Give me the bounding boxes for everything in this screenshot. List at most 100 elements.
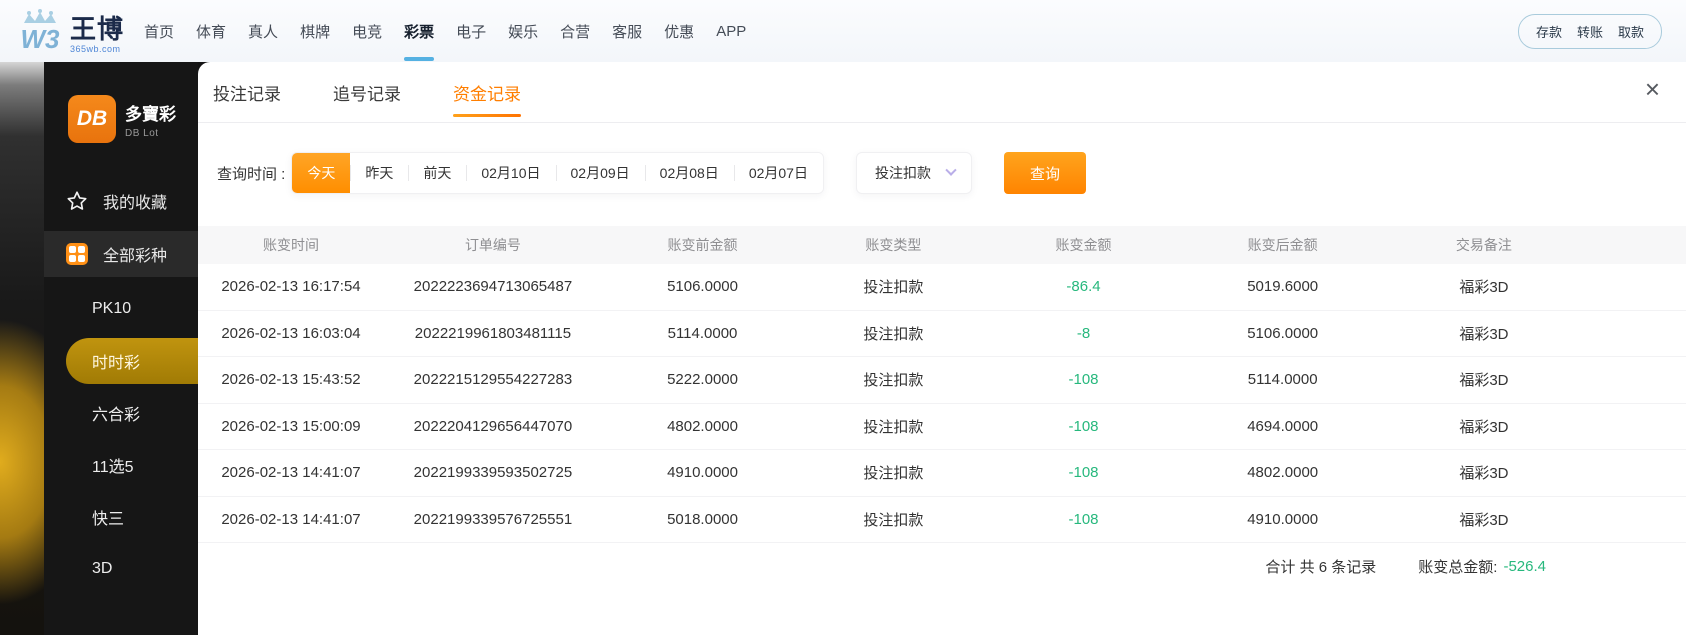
nav-item[interactable]: 体育 [196,0,226,62]
background-strip [0,62,44,635]
cell-amount-after: 4694.0000 [1247,417,1319,435]
nav-item[interactable]: 客服 [612,0,642,62]
wallet-actions: 存款 转账 取款 [1517,13,1662,49]
svg-text:W3: W3 [21,24,61,54]
table-row: 2026-02-13 15:00:09 2022204129656447070 … [198,404,1686,450]
table-body: 2026-02-13 16:17:54 2022223694713065487 … [198,264,1686,543]
lottery-item-label: 11选5 [92,459,134,476]
cell-change-time: 2026-02-13 15:43:52 [221,371,361,389]
db-logo-icon: DB [68,95,116,143]
cell-remark: 福彩3D [1459,418,1509,436]
cell-amount-before: 5114.0000 [667,324,738,342]
table-header-row: 账变时间 订单编号 账变前金额 账变类型 账变金额 账变后金额 交易备注 [198,226,1686,264]
query-time-label: 查询时间 : [217,165,286,183]
cell-remark: 福彩3D [1459,511,1509,529]
lottery-item-label: 时时彩 [92,355,141,372]
cell-order-number: 2022223694713065487 [413,278,573,296]
table-row: 2026-02-13 16:17:54 2022223694713065487 … [198,264,1686,311]
wallet-action-button[interactable]: 存款 [1536,22,1562,41]
cell-amount-after: 5106.0000 [1247,324,1319,342]
table-header-cell: 账变前金额 [667,237,738,253]
lottery-item[interactable]: 快三 [44,491,198,543]
nav-item[interactable]: 棋牌 [300,0,330,62]
lottery-item[interactable]: 11选5 [44,439,198,491]
cell-amount-after: 5114.0000 [1247,371,1318,389]
site-logo[interactable]: W3 王博 365wb.com [18,8,124,54]
lottery-item[interactable]: 时时彩 [66,338,198,384]
date-filter-button[interactable]: 02月09日 [555,153,645,193]
cell-change-type: 投注扣款 [863,325,924,343]
cell-change-type: 投注扣款 [863,279,924,297]
cell-change-amount: -108 [1068,417,1099,435]
record-tab[interactable]: 追号记录 [333,62,401,122]
table-header-cell: 交易备注 [1455,237,1512,253]
search-button[interactable]: 查询 [1003,152,1086,194]
date-filter-button[interactable]: 昨天 [350,153,409,193]
db-lottery-logo[interactable]: DB 多寶彩 DB Lot [68,95,198,143]
lottery-list: PK10 时时彩 六合彩 11选5 快三 3D [44,283,198,595]
cell-change-amount: -8 [1076,324,1091,342]
date-filter-button[interactable]: 前天 [408,153,467,193]
cell-change-type: 投注扣款 [863,418,924,436]
cell-change-amount: -86.4 [1066,278,1101,296]
lottery-item[interactable]: 六合彩 [44,387,198,439]
table-header-cell: 账变金额 [1055,237,1112,253]
cell-change-amount: -108 [1068,464,1099,482]
nav-item[interactable]: APP [716,0,746,62]
db-lottery-name: 多寶彩 [125,104,176,124]
cell-change-time: 2026-02-13 14:41:07 [221,464,361,482]
table-header-cell: 订单编号 [464,237,521,253]
cell-amount-after: 4910.0000 [1247,510,1319,528]
table-header-cell: 账变类型 [865,237,922,253]
nav-item[interactable]: 真人 [248,0,278,62]
nav-item[interactable]: 优惠 [664,0,694,62]
nav-item[interactable]: 彩票 [404,0,434,62]
cell-amount-before: 5106.0000 [667,278,738,296]
record-tabs: 投注记录 追号记录 资金记录 [198,62,1686,123]
cell-change-amount: -108 [1068,371,1099,389]
cell-order-number: 2022199339576725551 [413,510,573,528]
lottery-item[interactable]: PK10 [44,283,198,335]
total-change-label: 账变总金额: [1418,558,1498,576]
date-filter-button[interactable]: 02月08日 [644,153,734,193]
cell-change-type: 投注扣款 [863,465,924,483]
sidebar-item-all-lotteries[interactable]: 全部彩种 [44,231,198,277]
nav-item[interactable]: 首页 [144,0,174,62]
cell-change-time: 2026-02-13 14:41:07 [221,510,361,528]
cell-amount-before: 5222.0000 [667,371,738,389]
change-type-select[interactable]: 投注扣款 [855,152,972,194]
sidebar-item-label: 我的收藏 [103,195,168,212]
cell-amount-before: 4910.0000 [667,464,738,482]
date-filter-button[interactable]: 02月10日 [466,153,556,193]
wallet-action-button[interactable]: 转账 [1577,22,1603,41]
date-filter-group: 今天 昨天 前天 02月10日 02月09日 02月08日 02月07日 [291,152,824,194]
sidebar-item-favorites[interactable]: 我的收藏 [44,185,198,217]
cell-amount-before: 5018.0000 [667,510,738,528]
cell-remark: 福彩3D [1459,465,1509,483]
cell-change-time: 2026-02-13 16:03:04 [221,324,361,342]
table-row: 2026-02-13 14:41:07 2022199339576725551 … [198,497,1686,543]
top-header: W3 王博 365wb.com 首页 体育 真人 棋牌 电竞 彩票 电子 娱乐 合营 客服 优惠 AP… [0,0,1686,62]
cell-amount-after: 5019.6000 [1247,278,1319,296]
grid-icon [66,243,88,265]
cell-order-number: 2022204129656447070 [413,417,573,435]
record-tab[interactable]: 资金记录 [453,62,521,122]
lottery-item[interactable]: 3D [44,543,198,595]
date-filter-button[interactable]: 02月07日 [733,153,823,193]
nav-item[interactable]: 娱乐 [508,0,538,62]
sidebar-item-label: 全部彩种 [103,248,168,265]
lottery-item-label: 六合彩 [92,407,141,424]
record-count: 合计 共 6 条记录 [1265,558,1377,576]
nav-item[interactable]: 电竞 [352,0,382,62]
close-icon[interactable]: × [1645,76,1660,102]
record-tab[interactable]: 投注记录 [213,62,281,122]
cell-change-type: 投注扣款 [863,372,924,390]
table-summary: 合计 共 6 条记录 账变总金额: -526.4 [198,543,1686,589]
nav-item[interactable]: 电子 [456,0,486,62]
records-panel: 投注记录 追号记录 资金记录 × 查询时间 : 今天 昨天 前天 02月10日 02月09日… [198,62,1686,635]
date-filter-button[interactable]: 今天 [292,153,351,193]
nav-item[interactable]: 合营 [560,0,590,62]
wallet-action-button[interactable]: 取款 [1618,22,1644,41]
table-header-cell: 账变时间 [262,237,319,253]
app-body: DB 多寶彩 DB Lot 我的收藏 全部彩种 PK10 时时彩 六合彩 11选… [0,62,1686,635]
